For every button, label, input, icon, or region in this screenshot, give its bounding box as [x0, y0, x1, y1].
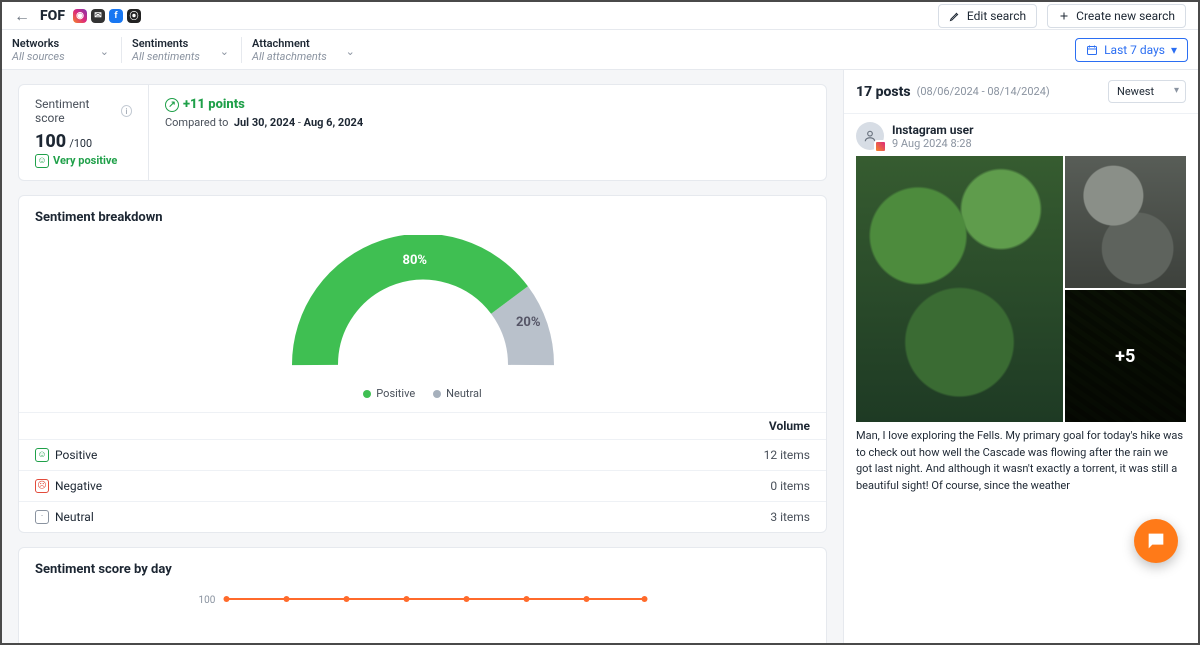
- filter-bar: Networks All sources ⌄ Sentiments All se…: [2, 30, 1198, 70]
- feed-header: 17 posts (08/06/2024 - 08/14/2024) Newes…: [844, 70, 1198, 114]
- edit-search-button[interactable]: Edit search: [938, 4, 1037, 28]
- filter-attachment[interactable]: Attachment All attachments ⌄: [252, 37, 367, 63]
- ytick-100: 100: [199, 595, 216, 606]
- post-images[interactable]: +5: [856, 156, 1186, 422]
- main-content: Sentiment score i 100 /100 ☺ Very positi…: [2, 70, 843, 643]
- volume-name: Neutral: [55, 510, 94, 524]
- info-icon[interactable]: i: [121, 105, 132, 117]
- chevron-down-icon: ⌄: [220, 45, 229, 58]
- smile-icon: ☺: [35, 154, 49, 168]
- chat-icon: [1145, 530, 1167, 552]
- filter-networks[interactable]: Networks All sources ⌄: [12, 37, 122, 63]
- filter-sentiments[interactable]: Sentiments All sentiments ⌄: [132, 37, 242, 63]
- score-tag: ☺ Very positive: [35, 154, 117, 168]
- volume-count: 3 items: [770, 510, 810, 524]
- sentiment-day-card: Sentiment score by day 100 75 50 25: [18, 547, 827, 644]
- sentiment-line-chart: 100 75 50 25: [35, 587, 810, 644]
- volume-name: Positive: [55, 448, 97, 462]
- post-image[interactable]: +5: [1065, 290, 1186, 422]
- calendar-icon: [1086, 44, 1098, 56]
- post-username[interactable]: Instagram user: [892, 123, 974, 137]
- edit-search-label: Edit search: [967, 9, 1026, 23]
- post-count: 17 posts: [856, 84, 911, 100]
- caret-down-icon: ▾: [1171, 43, 1177, 57]
- daychart-title: Sentiment score by day: [19, 548, 826, 583]
- mail-icon: ✉: [91, 9, 105, 23]
- score-compared: Compared to Jul 30, 2024 - Aug 6, 2024: [165, 116, 363, 129]
- instagram-badge-icon: [874, 140, 887, 153]
- instagram-icon: ◉: [73, 9, 87, 23]
- breakdown-title: Sentiment breakdown: [19, 196, 826, 231]
- gauge-positive-pct: 80%: [403, 253, 428, 268]
- volume-row: · Neutral 3 items: [19, 501, 826, 532]
- avatar: [856, 122, 884, 150]
- create-search-label: Create new search: [1076, 9, 1175, 23]
- sentiment-breakdown-card: Sentiment breakdown 80% 20% Positive Ne: [18, 195, 827, 533]
- feed-post: Instagram user 9 Aug 2024 8:28 +5 Man, I…: [844, 114, 1198, 643]
- score-title: Sentiment score i: [35, 97, 132, 125]
- sentiment-score-card: Sentiment score i 100 /100 ☺ Very positi…: [18, 84, 827, 181]
- trend-up-icon: ↗: [165, 98, 179, 112]
- chevron-down-icon: ⌄: [100, 45, 109, 58]
- facebook-icon: f: [109, 9, 123, 23]
- plus-icon: [1058, 10, 1070, 22]
- pencil-icon: [949, 10, 961, 22]
- gauge-legend: Positive Neutral: [363, 387, 481, 400]
- chat-fab[interactable]: [1134, 519, 1178, 563]
- volume-count: 12 items: [764, 448, 810, 462]
- create-search-button[interactable]: Create new search: [1047, 4, 1186, 28]
- post-text: Man, I love exploring the Fells. My prim…: [856, 428, 1186, 494]
- network-icons: ◉ ✉ f ⦿: [73, 9, 141, 23]
- period-selector[interactable]: Last 7 days ▾: [1075, 38, 1188, 62]
- score-delta: ↗ +11 points: [165, 97, 363, 112]
- post-date: 9 Aug 2024 8:28: [892, 137, 974, 150]
- other-network-icon: ⦿: [127, 9, 141, 23]
- volume-header: Volume: [19, 412, 826, 439]
- gauge-neutral-pct: 20%: [516, 315, 541, 330]
- post-range: (08/06/2024 - 08/14/2024): [917, 85, 1050, 98]
- post-image[interactable]: [856, 156, 1063, 422]
- sentiment-gauge: 80% 20%: [283, 235, 563, 385]
- brand-name: FOF: [40, 8, 65, 24]
- volume-row: ☹ Negative 0 items: [19, 470, 826, 501]
- score-value: 100: [35, 131, 66, 152]
- pos-icon: ☺: [35, 448, 49, 462]
- post-image[interactable]: [1065, 156, 1186, 288]
- sort-select[interactable]: Newest: [1108, 80, 1186, 103]
- top-bar: ← FOF ◉ ✉ f ⦿ Edit search Create new sea…: [2, 2, 1198, 30]
- chevron-down-icon: ⌄: [346, 45, 355, 58]
- more-images-overlay[interactable]: +5: [1065, 290, 1186, 422]
- back-arrow-icon[interactable]: ←: [14, 6, 30, 26]
- volume-row: ☺ Positive 12 items: [19, 439, 826, 470]
- neg-icon: ☹: [35, 479, 49, 493]
- volume-count: 0 items: [770, 479, 810, 493]
- neu-icon: ·: [35, 510, 49, 524]
- volume-name: Negative: [55, 479, 102, 493]
